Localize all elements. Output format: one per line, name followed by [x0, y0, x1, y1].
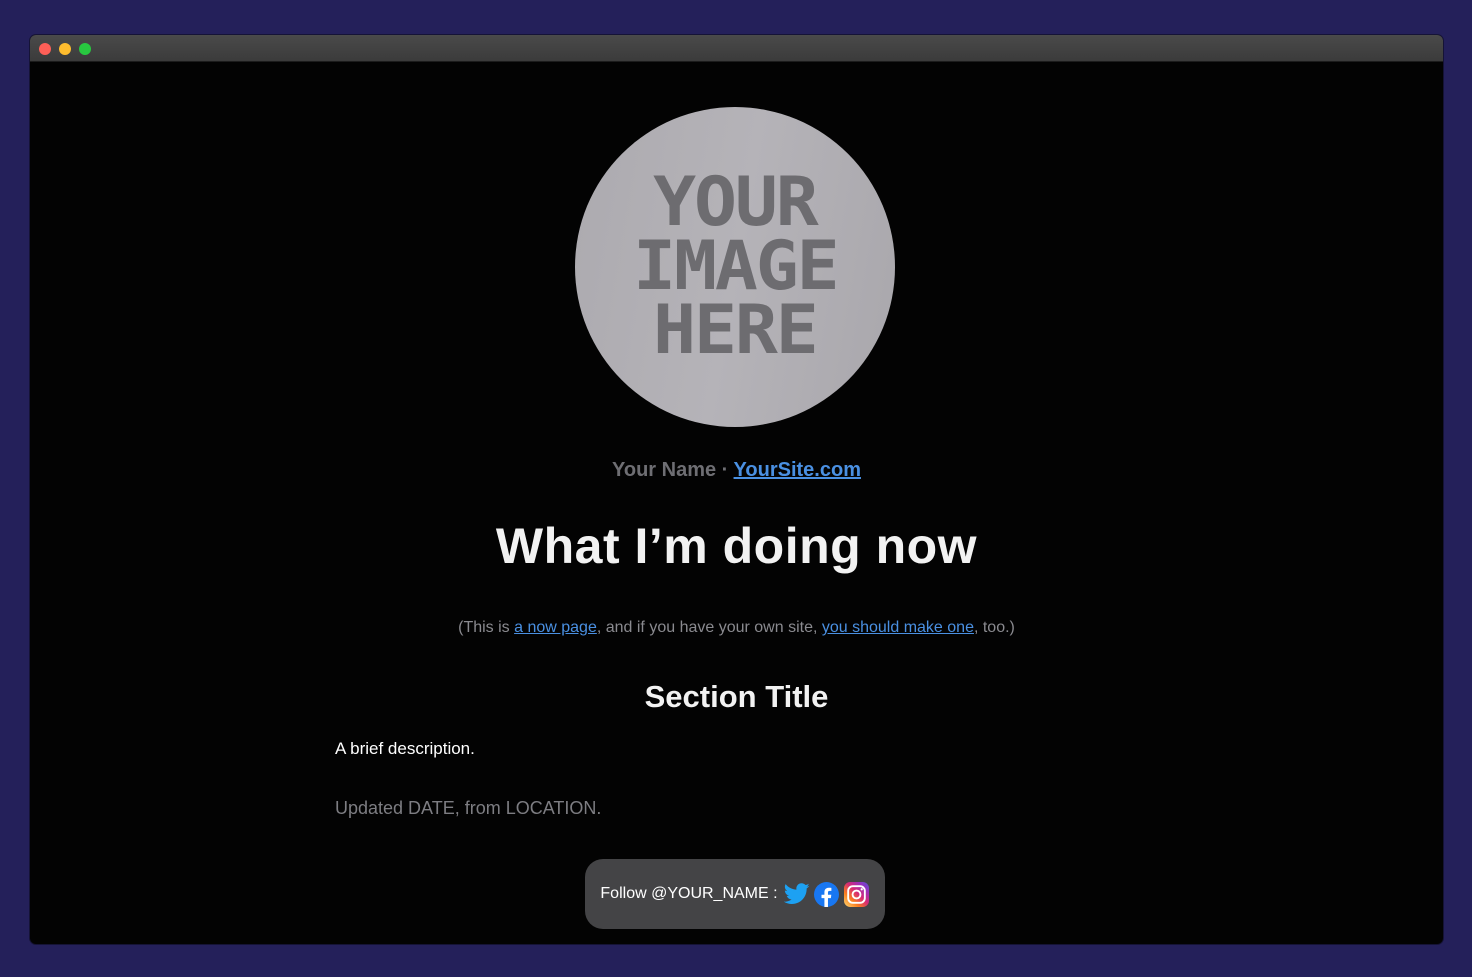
twitter-icon[interactable]: [783, 881, 810, 907]
avatar-image: YOUR IMAGE HERE: [575, 107, 895, 427]
page-title: What I’m doing now: [495, 518, 978, 574]
maximize-window-button[interactable]: [79, 43, 91, 55]
instagram-icon[interactable]: [844, 881, 870, 907]
section-title: Section Title: [644, 679, 829, 714]
note-suffix: , too.): [973, 619, 1015, 636]
author-name: Your Name: [612, 459, 717, 481]
byline-separator: ·: [721, 459, 729, 481]
avatar-placeholder-line-1: YOUR: [653, 163, 819, 242]
now-page-note: (This is a now page, and if you have you…: [30, 619, 1443, 637]
make-one-link[interactable]: you should make one: [822, 619, 974, 636]
now-page-link[interactable]: a now page: [514, 619, 597, 636]
close-window-button[interactable]: [39, 43, 51, 55]
avatar-placeholder-line-3: HERE: [653, 291, 819, 370]
note-prefix: (This is: [458, 619, 515, 636]
byline: Your Name · YourSite.com: [30, 459, 1443, 482]
avatar-placeholder-line-2: IMAGE: [632, 227, 840, 306]
minimize-window-button[interactable]: [59, 43, 71, 55]
page-content: YOUR IMAGE HERE Your Name · YourSite.com…: [30, 62, 1443, 944]
section-description: A brief description.: [335, 739, 475, 758]
follow-box: Follow @YOUR_NAME :: [585, 859, 885, 929]
follow-label: Follow @YOUR_NAME :: [600, 885, 778, 902]
facebook-icon[interactable]: [814, 881, 840, 907]
site-link[interactable]: YourSite.com: [734, 459, 861, 481]
browser-window: YOUR IMAGE HERE Your Name · YourSite.com…: [30, 35, 1443, 944]
window-titlebar: [30, 35, 1443, 62]
updated-info: Updated DATE, from LOCATION.: [335, 798, 602, 818]
note-middle: , and if you have your own site,: [596, 619, 822, 636]
